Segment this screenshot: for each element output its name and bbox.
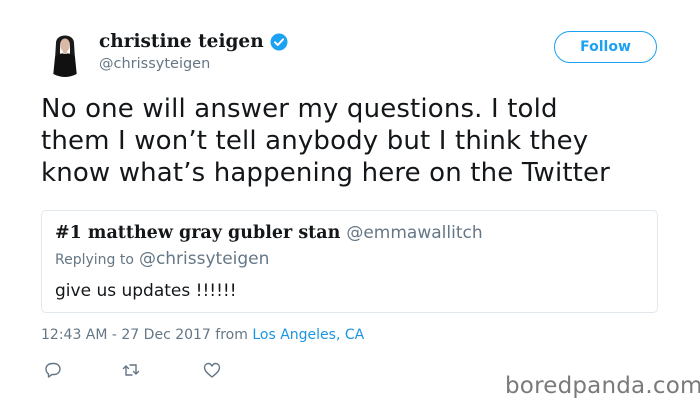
like-icon[interactable] — [202, 360, 222, 380]
quoted-author-name[interactable]: #1 matthew gray gubler stan — [55, 223, 340, 243]
tweet-text-line: them I won’t tell anybody but I think th… — [41, 126, 589, 156]
avatar-photo-icon — [41, 29, 89, 77]
timestamp[interactable]: 12:43 AM - 27 Dec 2017 — [41, 327, 215, 343]
location-link[interactable]: Los Angeles, CA — [252, 327, 364, 343]
quoted-author-handle[interactable]: @emmawallitch — [346, 223, 482, 243]
watermark: boredpanda.com — [505, 373, 700, 399]
replying-to: Replying to @chrissyteigen — [55, 249, 269, 269]
retweet-icon[interactable] — [121, 360, 141, 380]
tweet-text-line: know what’s happening here on the Twitte… — [41, 158, 611, 188]
quoted-tweet[interactable]: #1 matthew gray gubler stan @emmawallitc… — [41, 210, 658, 313]
follow-button[interactable]: Follow — [554, 31, 657, 63]
author-handle[interactable]: @chrissyteigen — [99, 56, 210, 72]
verified-badge-icon — [270, 33, 288, 51]
avatar[interactable] — [41, 29, 89, 77]
reply-icon[interactable] — [43, 360, 63, 380]
quoted-tweet-text: give us updates !!!!!! — [55, 281, 237, 301]
tweet-text-line: No one will answer my questions. I told — [41, 94, 558, 124]
quoted-tweet-header: #1 matthew gray gubler stan @emmawallitc… — [55, 223, 483, 243]
from-label: from — [215, 327, 253, 343]
replying-to-label: Replying to — [55, 252, 134, 268]
tweet-text: No one will answer my questions. I told … — [41, 93, 681, 189]
tweet-metadata: 12:43 AM - 27 Dec 2017 from Los Angeles,… — [41, 327, 364, 343]
author-name[interactable]: christine teigen — [99, 31, 288, 52]
replying-to-handle[interactable]: @chrissyteigen — [139, 249, 269, 269]
author-name-text[interactable]: christine teigen — [99, 31, 264, 52]
tweet-card: christine teigen @chrissyteigen Follow N… — [0, 0, 700, 410]
